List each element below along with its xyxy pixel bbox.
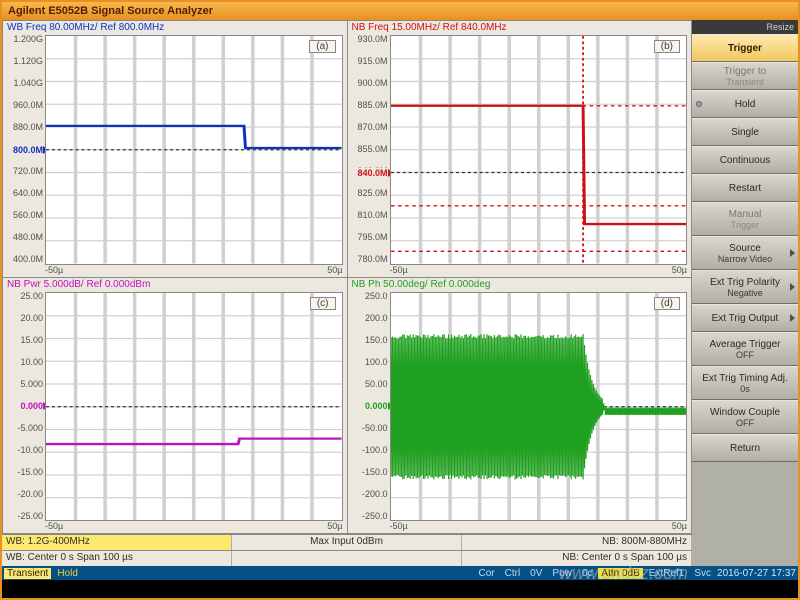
nb-range: NB: 800M-880MHz (462, 535, 692, 550)
softkey-ext-trig-timing[interactable]: Ext Trig Timing Adj. 0s (692, 366, 798, 400)
status-timestamp: 2016-07-27 17:37 (717, 568, 796, 579)
radio-icon (696, 101, 702, 107)
status-cor: Cor (474, 568, 498, 579)
pane-label: (c) (310, 297, 336, 310)
chart-a: WB Freq 80.00MHz/ Ref 800.0MHz1.200G1.12… (3, 21, 347, 277)
softkey-hold[interactable]: Hold (692, 90, 798, 118)
softkey-single[interactable]: Single (692, 118, 798, 146)
pane-label: (a) (309, 40, 335, 53)
chevron-right-icon (790, 314, 795, 322)
chart-b: NB Freq 15.00MHz/ Ref 840.0MHz930.0M915.… (348, 21, 692, 277)
status-0c: 0c (578, 568, 597, 579)
chevron-right-icon (790, 283, 795, 291)
plot-area[interactable]: (a) (45, 35, 343, 265)
plot-area[interactable]: (b) (390, 35, 688, 265)
softkey-return[interactable]: Return (692, 434, 798, 462)
plot-area[interactable]: (d) (390, 292, 688, 522)
softkey-ext-trig-output[interactable]: Ext Trig Output (692, 304, 798, 332)
chart-title: WB Freq 80.00MHz/ Ref 800.0MHz (3, 21, 347, 35)
window-titlebar: Agilent E5052B Signal Source Analyzer (2, 2, 798, 20)
softkey-manual-trigger[interactable]: Manual Trigger (692, 202, 798, 236)
chart-title: NB Ph 50.00deg/ Ref 0.000deg (348, 278, 692, 292)
softkey-window-couple[interactable]: Window Couple OFF (692, 400, 798, 434)
plot-area[interactable]: (c) (45, 292, 343, 522)
softkey-ext-trig-polarity[interactable]: Ext Trig Polarity Negative (692, 270, 798, 304)
nb-center-span: NB: Center 0 s Span 100 µs (462, 551, 692, 566)
main-area: WB Freq 80.00MHz/ Ref 800.0MHz1.200G1.12… (2, 20, 798, 566)
status-0v: 0V (526, 568, 546, 579)
status-ctrl: Ctrl (501, 568, 525, 579)
footer-row-1: WB: 1.2G-400MHz Max Input 0dBm NB: 800M-… (2, 534, 692, 550)
softkey-trigger[interactable]: Trigger (692, 34, 798, 62)
status-transient: Transient (4, 568, 51, 579)
chart-grid: WB Freq 80.00MHz/ Ref 800.0MHz1.200G1.12… (2, 20, 692, 534)
pane-label: (d) (654, 297, 680, 310)
softkey-average-trigger[interactable]: Average Trigger OFF (692, 332, 798, 366)
softkey-trigger-to-transient[interactable]: Trigger to Transient (692, 62, 798, 90)
display-area: WB Freq 80.00MHz/ Ref 800.0MHz1.200G1.12… (2, 20, 692, 566)
softkey-continuous[interactable]: Continuous (692, 146, 798, 174)
status-attn: Attn 0dB (598, 568, 642, 579)
chart-title: NB Pwr 5.000dB/ Ref 0.000dBm (3, 278, 347, 292)
status-extref: ExtRef1 (645, 568, 689, 579)
status-bar: Transient Hold Cor Ctrl 0V Pow 0c Attn 0… (2, 566, 798, 580)
status-hold: Hold (53, 568, 82, 579)
softkey-panel: Resize Trigger Trigger to Transient Hold… (692, 20, 798, 566)
footer-row-2: WB: Center 0 s Span 100 µs NB: Center 0 … (2, 550, 692, 566)
footer-spacer (232, 551, 462, 566)
chart-d: NB Ph 50.00deg/ Ref 0.000deg250.0200.015… (348, 278, 692, 534)
softkey-restart[interactable]: Restart (692, 174, 798, 202)
max-input: Max Input 0dBm (232, 535, 462, 550)
softkey-source[interactable]: Source Narrow Video (692, 236, 798, 270)
pane-label: (b) (654, 40, 680, 53)
app-title: Agilent E5052B Signal Source Analyzer (8, 5, 213, 17)
status-pow: Pow (548, 568, 575, 579)
status-svc: Svc (690, 568, 715, 579)
chart-title: NB Freq 15.00MHz/ Ref 840.0MHz (348, 21, 692, 35)
wb-range: WB: 1.2G-400MHz (2, 535, 232, 550)
chevron-right-icon (790, 249, 795, 257)
wb-center-span: WB: Center 0 s Span 100 µs (2, 551, 232, 566)
chart-c: NB Pwr 5.000dB/ Ref 0.000dBm25.0020.0015… (3, 278, 347, 534)
resize-label[interactable]: Resize (692, 20, 798, 34)
